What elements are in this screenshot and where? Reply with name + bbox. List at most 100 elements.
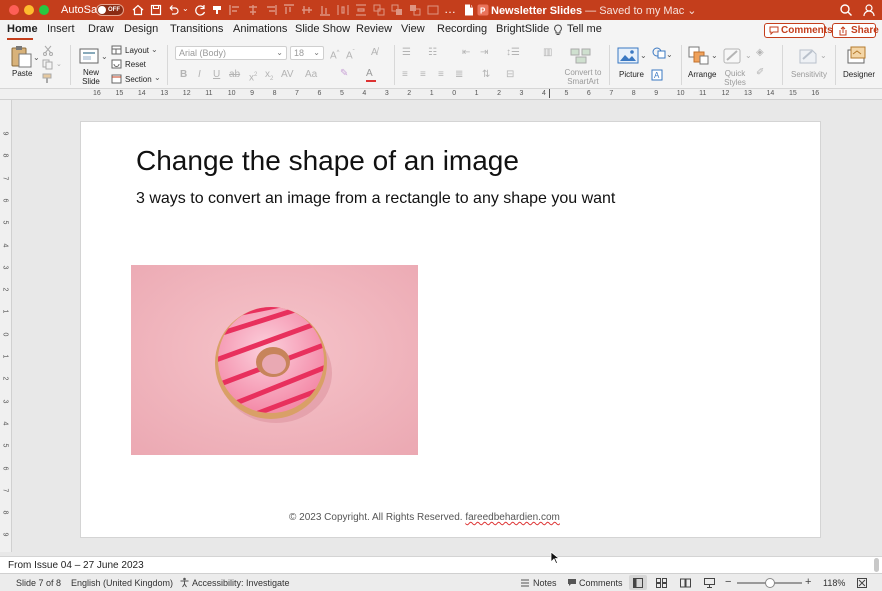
superscript-icon[interactable]: x2 xyxy=(249,69,257,84)
sensitivity-icon[interactable] xyxy=(797,46,819,66)
section-label[interactable]: Section xyxy=(125,75,152,84)
tab-animations[interactable]: Animations xyxy=(233,23,287,35)
notes-text[interactable]: From Issue 04 – 27 June 2023 xyxy=(8,560,144,571)
picture-icon[interactable] xyxy=(617,46,639,66)
send-backward-icon[interactable] xyxy=(408,3,422,17)
autosave-toggle[interactable]: OFF xyxy=(96,4,124,16)
tab-brightslide[interactable]: BrightSlide xyxy=(496,23,549,35)
layout-label[interactable]: Layout xyxy=(125,46,149,55)
change-case-icon[interactable]: Aa xyxy=(305,69,317,81)
new-slide-dropdown-icon[interactable]: ⌄ xyxy=(101,52,108,61)
more-commands-icon[interactable]: … xyxy=(444,2,456,16)
arrange-icon[interactable] xyxy=(688,46,710,66)
tab-insert[interactable]: Insert xyxy=(47,23,75,35)
align-top-shapes-icon[interactable] xyxy=(282,3,296,17)
layout-dropdown-icon[interactable]: ⌄ xyxy=(151,45,158,54)
character-spacing-icon[interactable]: AV xyxy=(281,69,294,81)
copy-dropdown-icon[interactable]: ⌄ xyxy=(56,60,62,68)
distribute-horizontal-icon[interactable] xyxy=(336,3,350,17)
quick-styles-icon[interactable] xyxy=(722,46,744,66)
increase-font-size-icon[interactable]: A^ xyxy=(330,47,340,62)
decrease-indent-icon[interactable]: ⇤ xyxy=(462,47,470,59)
sensitivity-label[interactable]: Sensitivity xyxy=(791,70,827,79)
close-window-button[interactable] xyxy=(9,5,19,15)
new-slide-label[interactable]: New Slide xyxy=(78,68,104,86)
copy-icon[interactable] xyxy=(42,59,54,70)
tab-slide-show[interactable]: Slide Show xyxy=(295,23,350,35)
text-direction-icon[interactable]: ⇅ xyxy=(482,69,490,81)
cut-icon[interactable] xyxy=(42,45,54,56)
donut-image[interactable] xyxy=(131,265,418,455)
zoom-in-icon[interactable]: + xyxy=(805,576,811,588)
picture-dropdown-icon[interactable]: ⌄ xyxy=(640,51,647,60)
notes-toggle[interactable]: Notes xyxy=(533,578,557,588)
text-box-icon[interactable]: A xyxy=(651,69,663,81)
italic-icon[interactable]: I xyxy=(198,69,201,81)
bold-icon[interactable]: B xyxy=(180,69,187,81)
reset-icon[interactable] xyxy=(111,59,122,69)
align-right-icon[interactable]: ≡ xyxy=(438,69,444,81)
slide-canvas[interactable]: Change the shape of an image 3 ways to c… xyxy=(81,122,820,537)
shape-outline-icon[interactable]: ✐ xyxy=(756,67,764,79)
bullets-icon[interactable]: ☰ xyxy=(402,47,411,59)
line-spacing-icon[interactable]: ↕☰ xyxy=(506,47,520,59)
horizontal-ruler[interactable]: 16 15 14 13 12 11 10 9 8 7 6 5 4 3 2 1 0 1 2 3 4 5 6 7 8 9 10 11 12 1… xyxy=(0,89,882,100)
comments-toggle[interactable]: Comments xyxy=(579,578,623,588)
highlight-color-icon[interactable]: ✎ xyxy=(340,68,348,80)
tab-recording[interactable]: Recording xyxy=(437,23,487,35)
align-left-icon[interactable]: ≡ xyxy=(402,69,408,81)
align-middle-shapes-icon[interactable] xyxy=(300,3,314,17)
underline-icon[interactable]: U xyxy=(213,69,220,81)
align-bottom-shapes-icon[interactable] xyxy=(318,3,332,17)
save-icon[interactable] xyxy=(149,3,163,17)
home-icon[interactable] xyxy=(131,3,145,17)
search-icon[interactable] xyxy=(839,3,853,17)
slide-subtitle[interactable]: 3 ways to convert an image from a rectan… xyxy=(136,190,615,208)
vertical-ruler[interactable]: 9 8 7 6 5 4 3 2 1 0 1 2 3 4 5 6 7 8 9 xyxy=(0,100,12,552)
align-text-icon[interactable]: ⊟ xyxy=(506,69,514,81)
align-right-shapes-icon[interactable] xyxy=(264,3,278,17)
quick-styles-label[interactable]: Quick Styles xyxy=(721,69,749,87)
clear-formatting-icon[interactable]: A̸ xyxy=(371,47,378,59)
paste-dropdown-icon[interactable]: ⌄ xyxy=(33,53,40,62)
document-title[interactable]: Newsletter Slides — Saved to my Mac ⌄ xyxy=(491,4,696,17)
tab-review[interactable]: Review xyxy=(356,23,392,35)
selection-pane-icon[interactable] xyxy=(426,3,440,17)
arrange-label[interactable]: Arrange xyxy=(688,70,716,79)
undo-icon[interactable] xyxy=(166,3,180,17)
section-dropdown-icon[interactable]: ⌄ xyxy=(154,73,161,82)
format-brush-icon[interactable] xyxy=(42,73,54,84)
quick-styles-dropdown-icon[interactable]: ⌄ xyxy=(745,51,752,60)
arrange-dropdown-icon[interactable]: ⌄ xyxy=(711,51,718,60)
increase-indent-icon[interactable]: ⇥ xyxy=(480,47,488,59)
redo-icon[interactable] xyxy=(193,3,207,17)
font-name-dropdown[interactable]: Arial (Body) ⌄ xyxy=(175,46,287,60)
numbering-icon[interactable]: ☷ xyxy=(428,47,437,59)
tab-design[interactable]: Design xyxy=(124,23,158,35)
sensitivity-dropdown-icon[interactable]: ⌄ xyxy=(820,51,827,60)
zoom-out-icon[interactable]: − xyxy=(725,576,731,588)
group-icon[interactable] xyxy=(372,3,386,17)
convert-smartart-label[interactable]: Convert to SmartArt xyxy=(562,68,604,86)
align-left-shapes-icon[interactable] xyxy=(228,3,242,17)
subscript-icon[interactable]: x2 xyxy=(265,69,273,85)
font-color-icon[interactable]: A xyxy=(366,68,373,80)
format-painter-icon[interactable] xyxy=(210,3,224,17)
zoom-window-button[interactable] xyxy=(39,5,49,15)
shapes-icon[interactable] xyxy=(651,46,667,60)
new-slide-icon[interactable] xyxy=(78,45,102,67)
slide-footer[interactable]: © 2023 Copyright. All Rights Reserved. f… xyxy=(289,512,560,523)
tell-me-search[interactable]: Tell me xyxy=(567,23,602,35)
designer-icon[interactable] xyxy=(846,45,868,67)
slide-title[interactable]: Change the shape of an image xyxy=(136,145,519,177)
reset-label[interactable]: Reset xyxy=(125,60,146,69)
font-size-dropdown[interactable]: 18 ⌄ xyxy=(290,46,324,60)
notes-pane[interactable]: From Issue 04 – 27 June 2023 xyxy=(0,556,882,573)
layout-icon[interactable] xyxy=(111,45,122,55)
align-center-icon[interactable]: ≡ xyxy=(420,69,426,81)
picture-label[interactable]: Picture xyxy=(619,70,644,79)
convert-smartart-icon[interactable] xyxy=(570,47,592,65)
decrease-font-size-icon[interactable]: Aˇ xyxy=(346,47,355,62)
section-icon[interactable] xyxy=(111,74,122,84)
notes-scrollbar[interactable] xyxy=(874,558,879,572)
